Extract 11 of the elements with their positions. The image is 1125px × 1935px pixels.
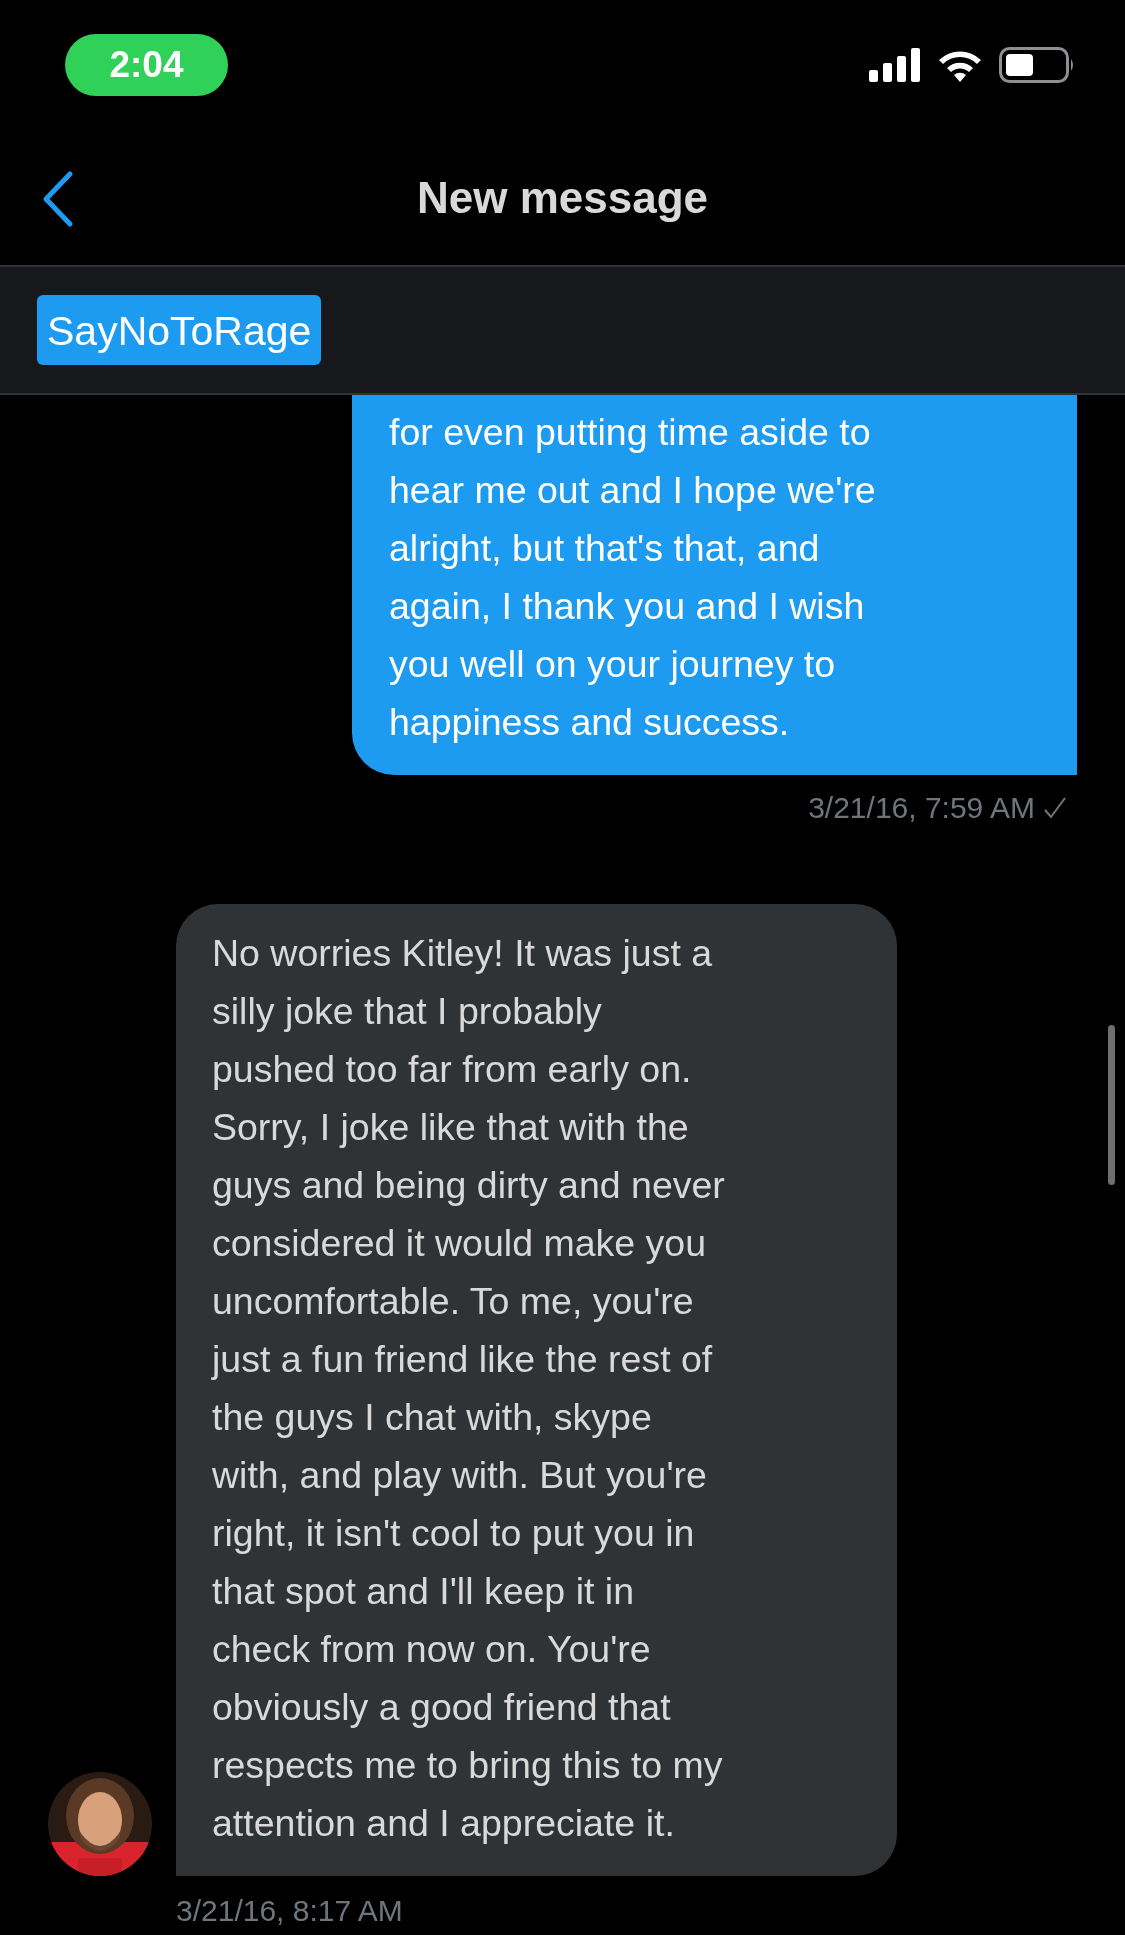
wifi-icon [937, 48, 983, 82]
recipient-chip[interactable]: SayNoToRage [37, 295, 322, 365]
message-timestamp: 3/21/16, 7:59 AM [808, 790, 1035, 826]
check-icon [1043, 795, 1067, 820]
message-timestamp: 3/21/16, 8:17 AM [176, 1893, 403, 1929]
message-text: for even putting time aside to hear me out and I hope we're alright, but that's that, and again, I thank you and I wish you well on your journey to happiness and success. [389, 410, 877, 745]
battery-icon [999, 47, 1075, 83]
status-time: 2:04 [65, 34, 228, 96]
signal-icon [869, 48, 921, 82]
message-text: No worries Kitley! It was just a silly joke that I probably pushed too far from early on. Sorry, I joke like that with the guys and being dirty and never considered it would make you uncomfortable. To me, you're just a fun friend like the rest of the guys I chat with, skype with, and play with. But you're right, it isn't cool to put you in that spot and I'll keep it in check from now on. You're obviously a good friend that respects me to bring this to my attention and I appreciate it. [212, 931, 726, 1846]
screen-title: New message [416, 171, 709, 224]
